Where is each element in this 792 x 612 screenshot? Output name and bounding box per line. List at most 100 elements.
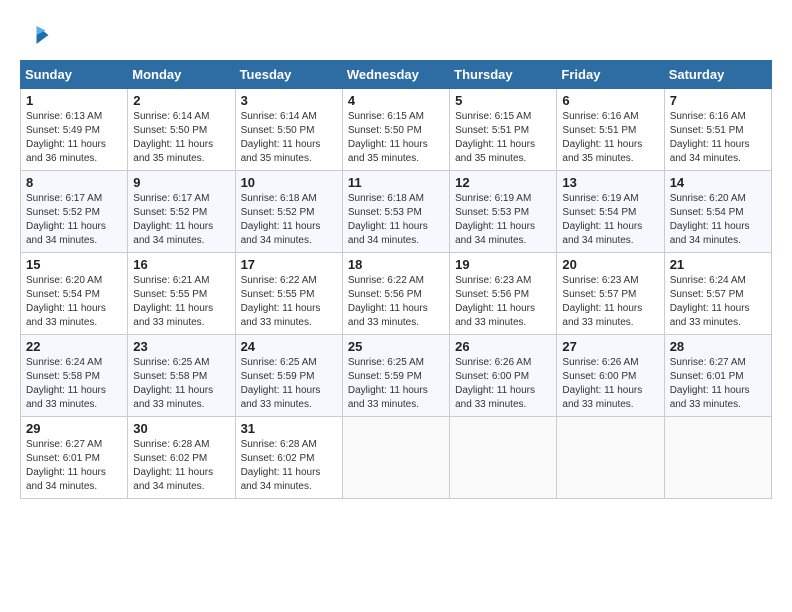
calendar-cell: 11 Sunrise: 6:18 AMSunset: 5:53 PMDaylig…: [342, 171, 449, 253]
day-info: Sunrise: 6:28 AMSunset: 6:02 PMDaylight:…: [241, 439, 321, 492]
day-number: 4: [348, 93, 444, 108]
day-info: Sunrise: 6:21 AMSunset: 5:55 PMDaylight:…: [133, 275, 213, 328]
day-number: 17: [241, 257, 337, 272]
logo: [20, 20, 54, 50]
calendar-cell: 29 Sunrise: 6:27 AMSunset: 6:01 PMDaylig…: [21, 417, 128, 499]
day-info: Sunrise: 6:25 AMSunset: 5:58 PMDaylight:…: [133, 357, 213, 410]
calendar-cell: 1 Sunrise: 6:13 AMSunset: 5:49 PMDayligh…: [21, 89, 128, 171]
calendar-table: SundayMondayTuesdayWednesdayThursdayFrid…: [20, 60, 772, 499]
day-number: 29: [26, 421, 122, 436]
day-number: 2: [133, 93, 229, 108]
header-monday: Monday: [128, 61, 235, 89]
calendar-cell: 6 Sunrise: 6:16 AMSunset: 5:51 PMDayligh…: [557, 89, 664, 171]
day-info: Sunrise: 6:22 AMSunset: 5:56 PMDaylight:…: [348, 275, 428, 328]
day-info: Sunrise: 6:19 AMSunset: 5:54 PMDaylight:…: [562, 193, 642, 246]
day-info: Sunrise: 6:13 AMSunset: 5:49 PMDaylight:…: [26, 111, 106, 164]
day-number: 13: [562, 175, 658, 190]
day-number: 6: [562, 93, 658, 108]
day-number: 1: [26, 93, 122, 108]
day-number: 8: [26, 175, 122, 190]
day-info: Sunrise: 6:26 AMSunset: 6:00 PMDaylight:…: [455, 357, 535, 410]
calendar-cell: 20 Sunrise: 6:23 AMSunset: 5:57 PMDaylig…: [557, 253, 664, 335]
calendar-cell: 2 Sunrise: 6:14 AMSunset: 5:50 PMDayligh…: [128, 89, 235, 171]
day-info: Sunrise: 6:25 AMSunset: 5:59 PMDaylight:…: [241, 357, 321, 410]
calendar-cell: [664, 417, 771, 499]
calendar-cell: 13 Sunrise: 6:19 AMSunset: 5:54 PMDaylig…: [557, 171, 664, 253]
week-row-3: 15 Sunrise: 6:20 AMSunset: 5:54 PMDaylig…: [21, 253, 772, 335]
header-tuesday: Tuesday: [235, 61, 342, 89]
day-number: 30: [133, 421, 229, 436]
header-saturday: Saturday: [664, 61, 771, 89]
calendar-cell: 25 Sunrise: 6:25 AMSunset: 5:59 PMDaylig…: [342, 335, 449, 417]
calendar-cell: 19 Sunrise: 6:23 AMSunset: 5:56 PMDaylig…: [450, 253, 557, 335]
week-row-4: 22 Sunrise: 6:24 AMSunset: 5:58 PMDaylig…: [21, 335, 772, 417]
day-info: Sunrise: 6:16 AMSunset: 5:51 PMDaylight:…: [670, 111, 750, 164]
header-wednesday: Wednesday: [342, 61, 449, 89]
calendar-cell: 31 Sunrise: 6:28 AMSunset: 6:02 PMDaylig…: [235, 417, 342, 499]
day-info: Sunrise: 6:14 AMSunset: 5:50 PMDaylight:…: [241, 111, 321, 164]
day-info: Sunrise: 6:15 AMSunset: 5:50 PMDaylight:…: [348, 111, 428, 164]
day-number: 5: [455, 93, 551, 108]
day-number: 18: [348, 257, 444, 272]
calendar-cell: 7 Sunrise: 6:16 AMSunset: 5:51 PMDayligh…: [664, 89, 771, 171]
calendar-cell: 10 Sunrise: 6:18 AMSunset: 5:52 PMDaylig…: [235, 171, 342, 253]
day-number: 25: [348, 339, 444, 354]
day-info: Sunrise: 6:22 AMSunset: 5:55 PMDaylight:…: [241, 275, 321, 328]
day-number: 9: [133, 175, 229, 190]
day-info: Sunrise: 6:19 AMSunset: 5:53 PMDaylight:…: [455, 193, 535, 246]
day-info: Sunrise: 6:27 AMSunset: 6:01 PMDaylight:…: [26, 439, 106, 492]
day-number: 19: [455, 257, 551, 272]
calendar-cell: 27 Sunrise: 6:26 AMSunset: 6:00 PMDaylig…: [557, 335, 664, 417]
calendar-cell: 4 Sunrise: 6:15 AMSunset: 5:50 PMDayligh…: [342, 89, 449, 171]
day-info: Sunrise: 6:24 AMSunset: 5:58 PMDaylight:…: [26, 357, 106, 410]
day-info: Sunrise: 6:28 AMSunset: 6:02 PMDaylight:…: [133, 439, 213, 492]
week-row-2: 8 Sunrise: 6:17 AMSunset: 5:52 PMDayligh…: [21, 171, 772, 253]
calendar-cell: 3 Sunrise: 6:14 AMSunset: 5:50 PMDayligh…: [235, 89, 342, 171]
day-info: Sunrise: 6:18 AMSunset: 5:53 PMDaylight:…: [348, 193, 428, 246]
day-info: Sunrise: 6:25 AMSunset: 5:59 PMDaylight:…: [348, 357, 428, 410]
calendar-cell: 21 Sunrise: 6:24 AMSunset: 5:57 PMDaylig…: [664, 253, 771, 335]
week-row-1: 1 Sunrise: 6:13 AMSunset: 5:49 PMDayligh…: [21, 89, 772, 171]
day-info: Sunrise: 6:27 AMSunset: 6:01 PMDaylight:…: [670, 357, 750, 410]
calendar-cell: 15 Sunrise: 6:20 AMSunset: 5:54 PMDaylig…: [21, 253, 128, 335]
day-number: 10: [241, 175, 337, 190]
calendar-cell: 24 Sunrise: 6:25 AMSunset: 5:59 PMDaylig…: [235, 335, 342, 417]
calendar-cell: 28 Sunrise: 6:27 AMSunset: 6:01 PMDaylig…: [664, 335, 771, 417]
day-number: 20: [562, 257, 658, 272]
header-sunday: Sunday: [21, 61, 128, 89]
calendar-cell: [342, 417, 449, 499]
header-thursday: Thursday: [450, 61, 557, 89]
day-info: Sunrise: 6:18 AMSunset: 5:52 PMDaylight:…: [241, 193, 321, 246]
calendar-cell: [450, 417, 557, 499]
calendar-cell: 23 Sunrise: 6:25 AMSunset: 5:58 PMDaylig…: [128, 335, 235, 417]
day-number: 3: [241, 93, 337, 108]
day-info: Sunrise: 6:23 AMSunset: 5:57 PMDaylight:…: [562, 275, 642, 328]
day-info: Sunrise: 6:20 AMSunset: 5:54 PMDaylight:…: [26, 275, 106, 328]
calendar-cell: 18 Sunrise: 6:22 AMSunset: 5:56 PMDaylig…: [342, 253, 449, 335]
calendar-cell: 17 Sunrise: 6:22 AMSunset: 5:55 PMDaylig…: [235, 253, 342, 335]
day-number: 24: [241, 339, 337, 354]
calendar-cell: 12 Sunrise: 6:19 AMSunset: 5:53 PMDaylig…: [450, 171, 557, 253]
calendar-cell: 5 Sunrise: 6:15 AMSunset: 5:51 PMDayligh…: [450, 89, 557, 171]
calendar-cell: 30 Sunrise: 6:28 AMSunset: 6:02 PMDaylig…: [128, 417, 235, 499]
day-number: 14: [670, 175, 766, 190]
day-info: Sunrise: 6:14 AMSunset: 5:50 PMDaylight:…: [133, 111, 213, 164]
day-info: Sunrise: 6:24 AMSunset: 5:57 PMDaylight:…: [670, 275, 750, 328]
day-number: 31: [241, 421, 337, 436]
calendar-cell: 14 Sunrise: 6:20 AMSunset: 5:54 PMDaylig…: [664, 171, 771, 253]
day-info: Sunrise: 6:23 AMSunset: 5:56 PMDaylight:…: [455, 275, 535, 328]
day-number: 27: [562, 339, 658, 354]
day-number: 23: [133, 339, 229, 354]
day-number: 22: [26, 339, 122, 354]
day-info: Sunrise: 6:15 AMSunset: 5:51 PMDaylight:…: [455, 111, 535, 164]
day-info: Sunrise: 6:17 AMSunset: 5:52 PMDaylight:…: [133, 193, 213, 246]
week-row-5: 29 Sunrise: 6:27 AMSunset: 6:01 PMDaylig…: [21, 417, 772, 499]
day-number: 15: [26, 257, 122, 272]
calendar-cell: 8 Sunrise: 6:17 AMSunset: 5:52 PMDayligh…: [21, 171, 128, 253]
day-info: Sunrise: 6:26 AMSunset: 6:00 PMDaylight:…: [562, 357, 642, 410]
calendar-header-row: SundayMondayTuesdayWednesdayThursdayFrid…: [21, 61, 772, 89]
calendar-cell: 26 Sunrise: 6:26 AMSunset: 6:00 PMDaylig…: [450, 335, 557, 417]
day-number: 12: [455, 175, 551, 190]
calendar-cell: [557, 417, 664, 499]
calendar-cell: 9 Sunrise: 6:17 AMSunset: 5:52 PMDayligh…: [128, 171, 235, 253]
